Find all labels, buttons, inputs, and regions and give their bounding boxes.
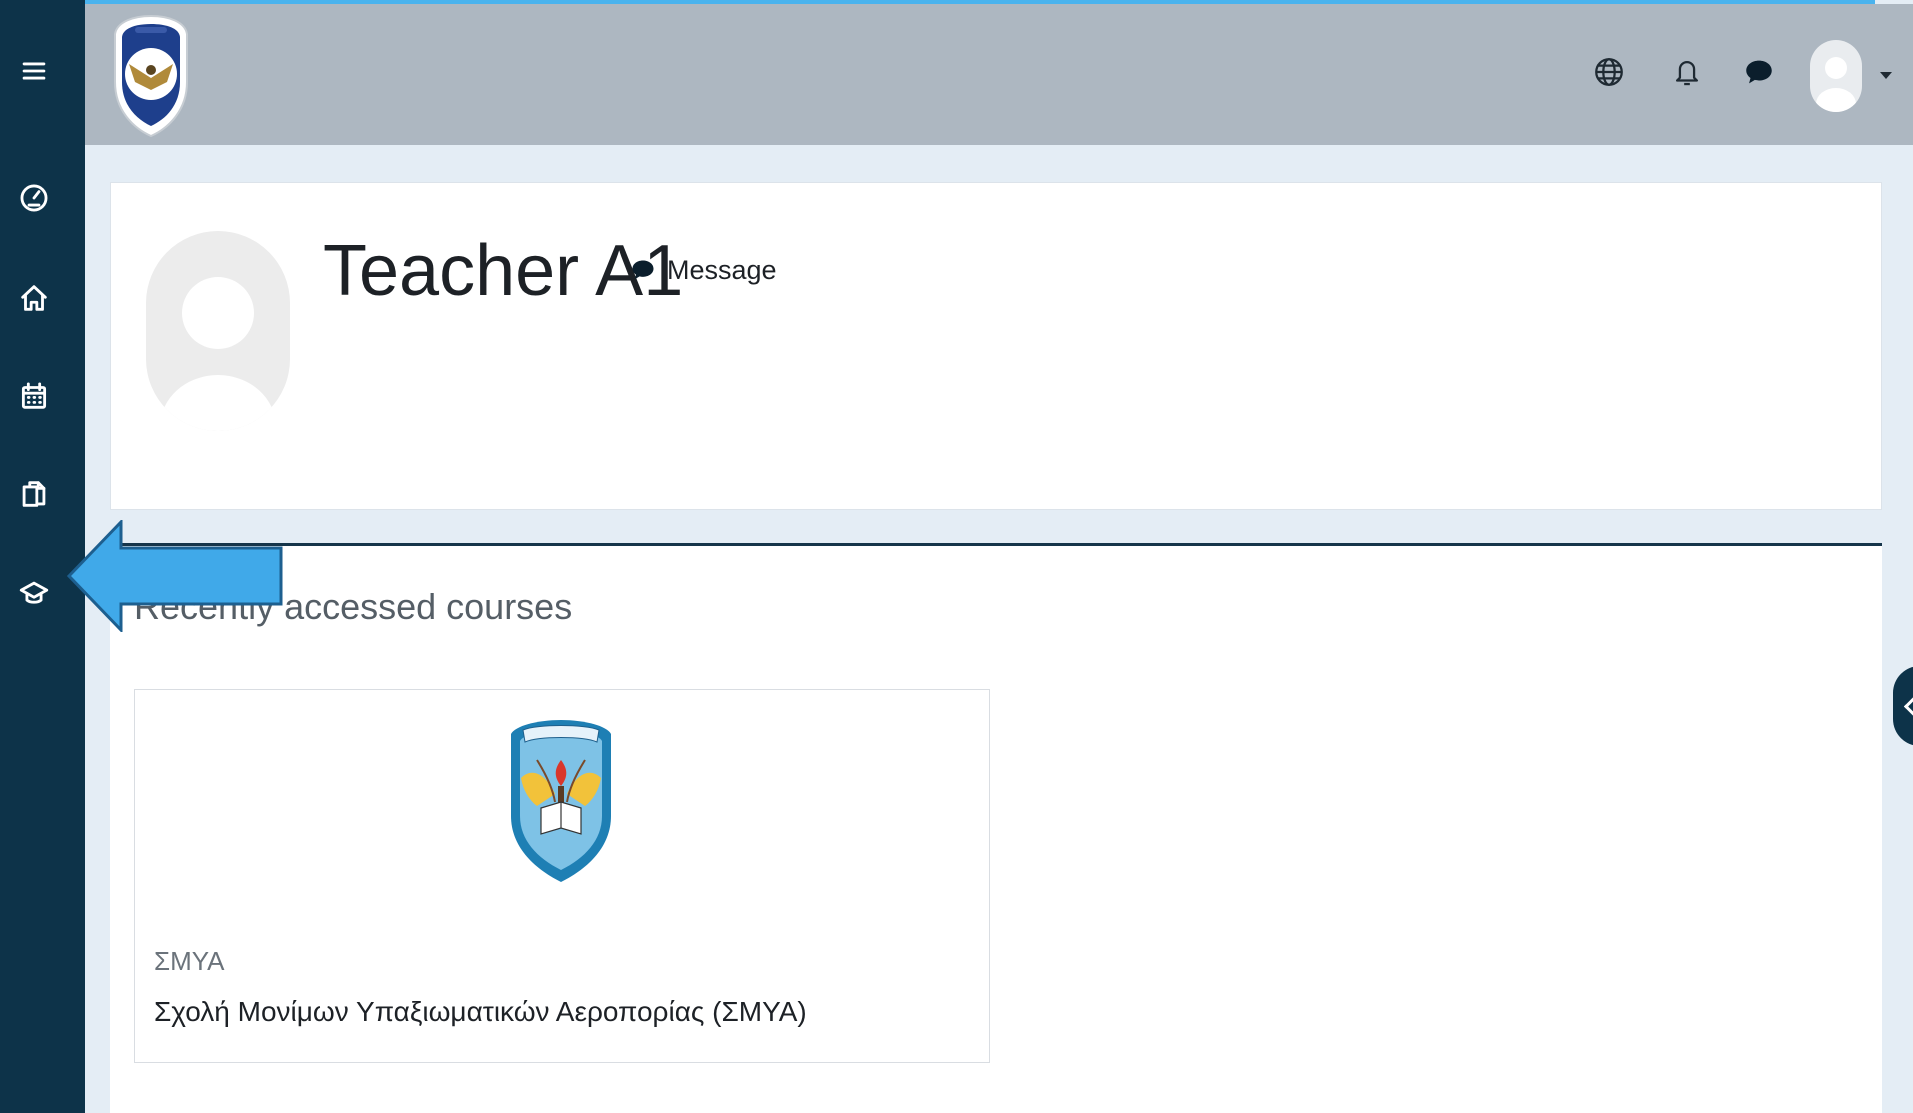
message-label: Message	[667, 255, 777, 285]
user-menu[interactable]	[1810, 34, 1910, 114]
course-card[interactable]: ΣΜΥΑ Σχολή Μονίμων Υπαξιωματικών Αεροπορ…	[134, 689, 990, 1063]
recent-courses-block: Recently accessed courses ΣΜΥΑ Σχολή Μον…	[110, 543, 1882, 1113]
globe-icon	[1595, 58, 1623, 86]
sidebar-item-home[interactable]	[12, 276, 56, 320]
user-silhouette-icon	[160, 277, 276, 431]
course-crest-image	[511, 720, 611, 882]
course-full-name[interactable]: Σχολή Μονίμων Υπαξιωματικών Αεροπορίας (…	[154, 996, 807, 1028]
dashboard-icon	[20, 184, 48, 212]
message-button[interactable]: Message	[629, 255, 777, 286]
home-icon	[21, 285, 47, 311]
user-silhouette-icon	[1816, 57, 1856, 112]
chat-bubble-icon	[1746, 60, 1772, 84]
bell-icon	[1675, 61, 1699, 86]
graduation-cap-icon	[19, 581, 49, 604]
course-short-name: ΣΜΥΑ	[154, 946, 225, 976]
profile-avatar	[146, 231, 290, 431]
language-button[interactable]	[1589, 52, 1629, 92]
menu-icon	[22, 62, 46, 80]
avatar	[1810, 40, 1862, 112]
drawer-toggle-button[interactable]	[1893, 666, 1913, 746]
notifications-button[interactable]	[1667, 52, 1707, 92]
sidebar-item-calendar[interactable]	[12, 374, 56, 418]
profile-header-card: Teacher A1 Message	[110, 182, 1882, 510]
menu-toggle-button[interactable]	[12, 49, 56, 93]
sidebar-item-my-courses[interactable]	[12, 571, 56, 615]
site-crest-logo[interactable]	[111, 12, 191, 140]
calendar-icon	[21, 382, 47, 409]
callout-arrow-icon	[67, 520, 283, 632]
chat-bubble-icon	[632, 260, 654, 279]
messages-button[interactable]	[1739, 52, 1779, 92]
chevron-down-icon	[1880, 72, 1892, 79]
sidebar-item-private-files[interactable]	[12, 472, 56, 516]
sidebar-item-dashboard[interactable]	[12, 176, 56, 220]
files-icon	[22, 481, 46, 507]
top-header	[85, 4, 1913, 145]
